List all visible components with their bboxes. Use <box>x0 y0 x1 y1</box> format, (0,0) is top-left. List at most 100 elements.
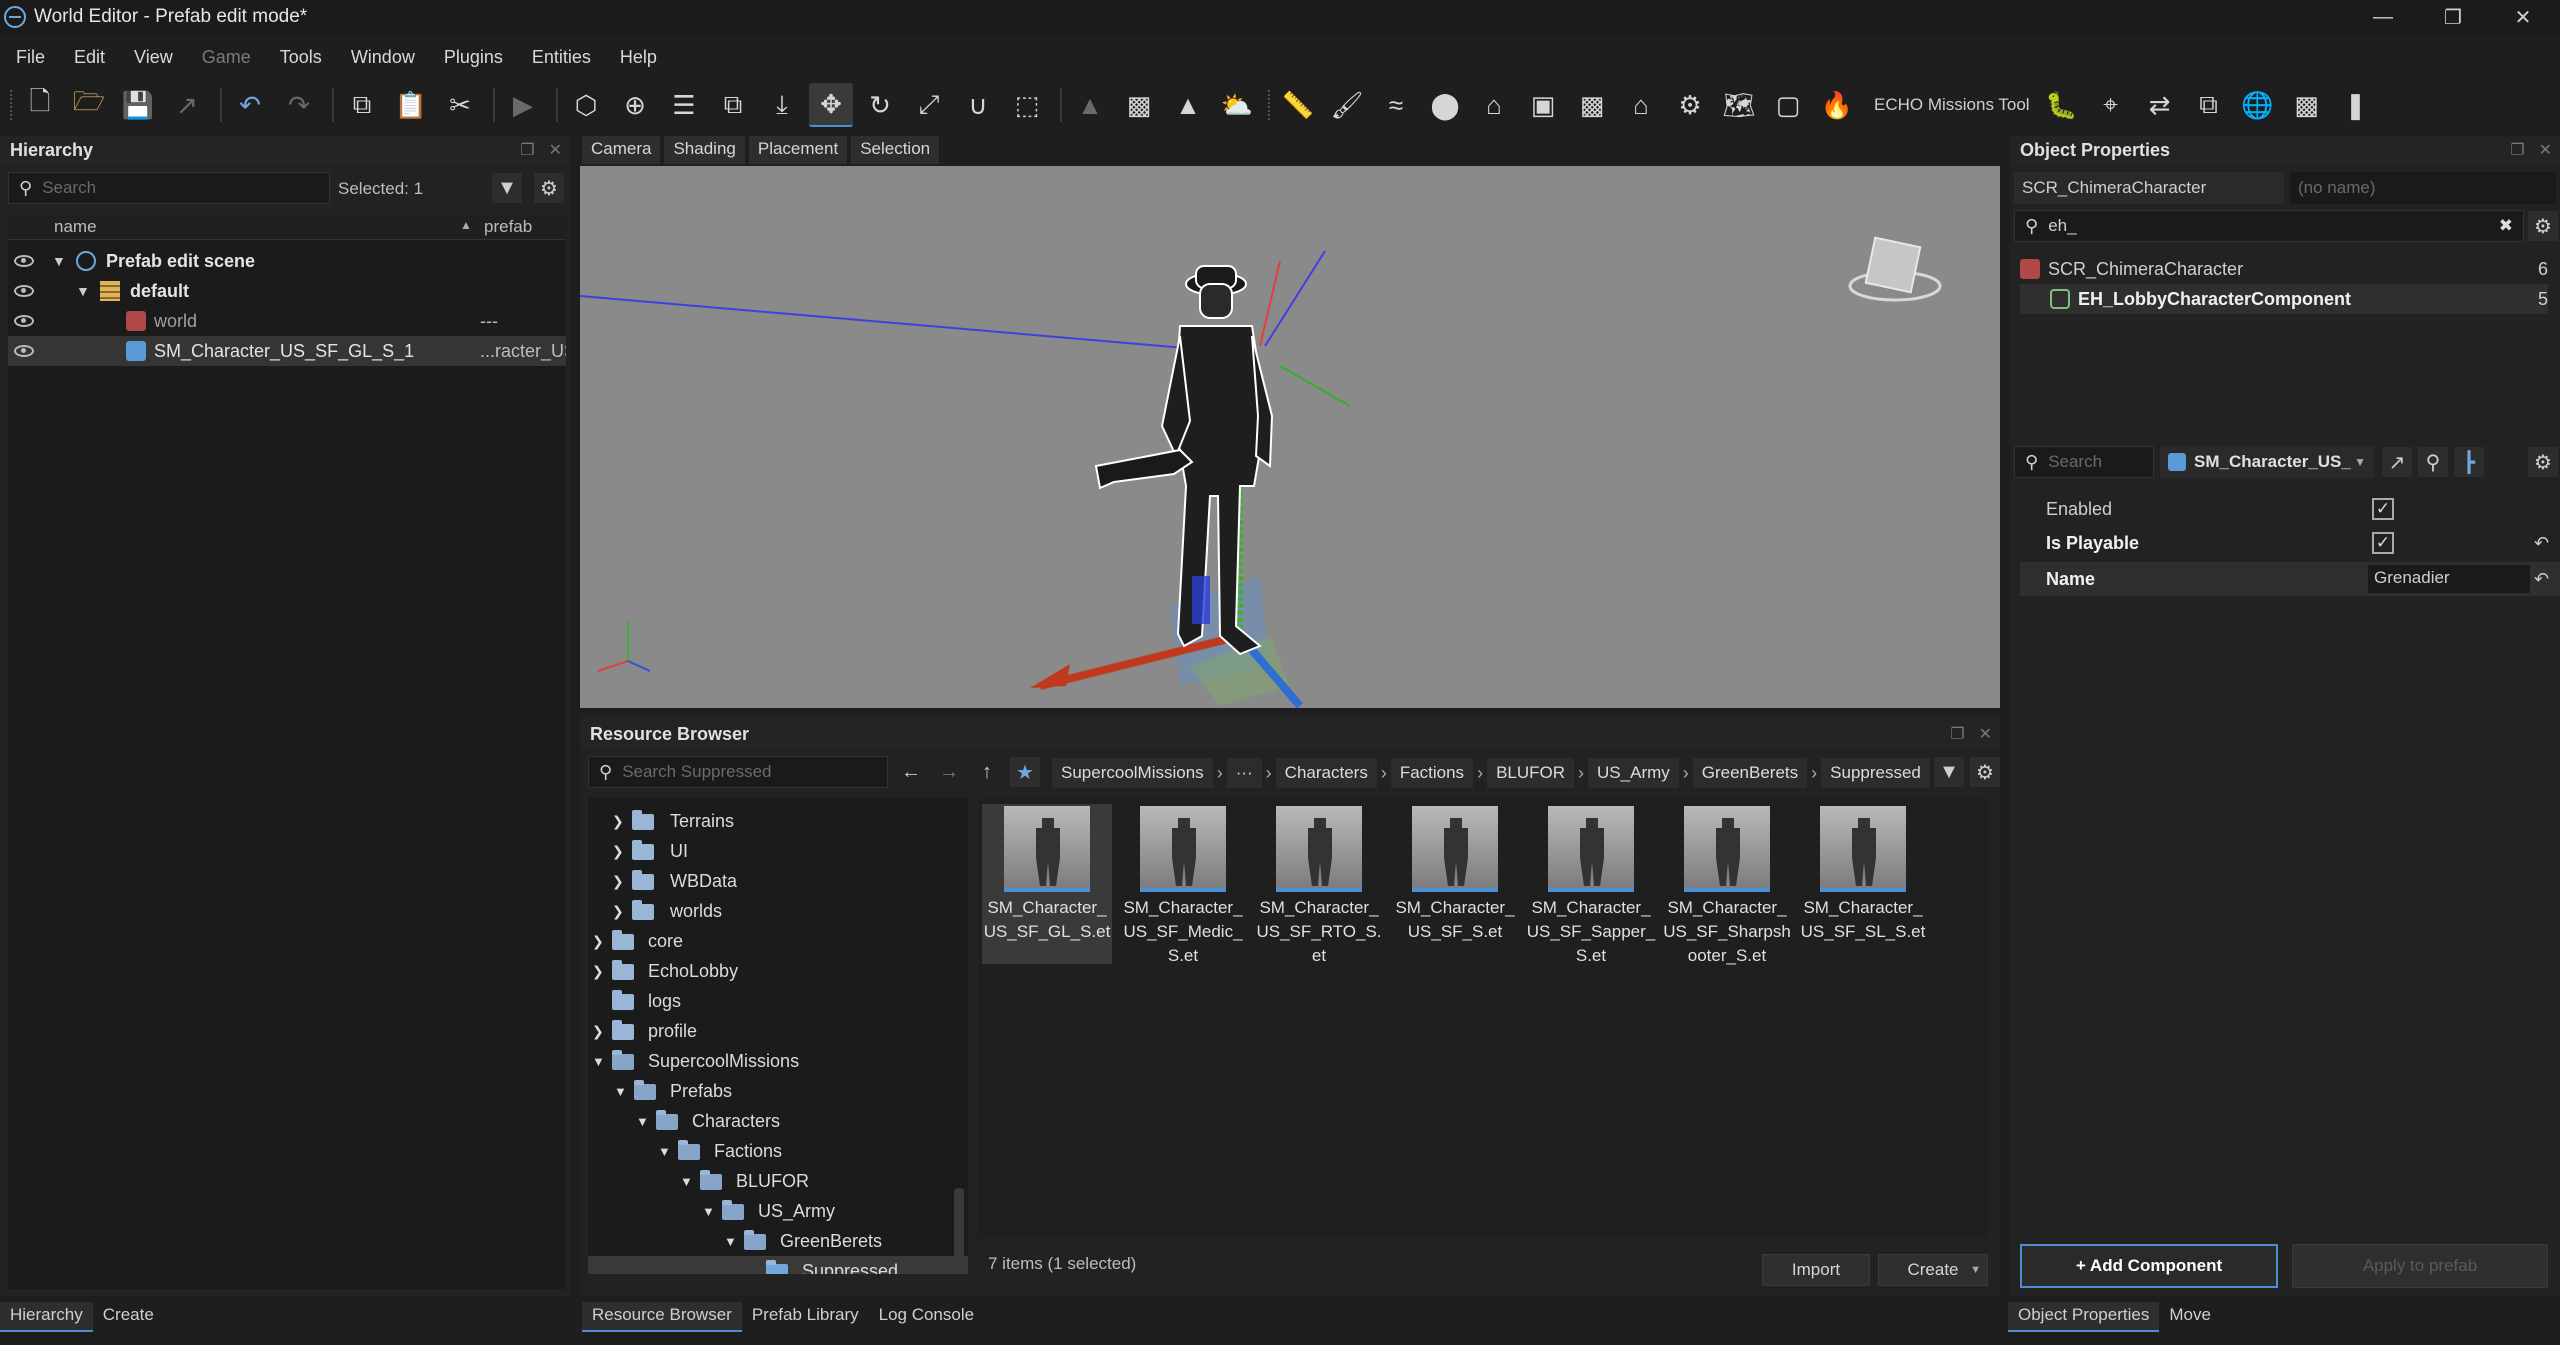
menu-edit[interactable]: Edit <box>58 47 118 68</box>
gear-icon[interactable]: ⚙ <box>534 173 564 203</box>
collapse-caret-icon[interactable]: ▼ <box>52 253 66 269</box>
asset-item[interactable]: SM_Character_US_SF_GL_S.et <box>982 804 1112 964</box>
rotate-icon[interactable]: ↻ <box>858 83 902 127</box>
forward-arrow-icon[interactable]: → <box>934 757 964 787</box>
open-folder-icon[interactable]: 🗁 <box>67 83 111 127</box>
filter-icon[interactable]: ▼ <box>1934 757 1964 787</box>
tab-log-console[interactable]: Log Console <box>869 1302 984 1332</box>
redo-icon[interactable]: ↷ <box>277 83 321 127</box>
tree-folder-core[interactable]: ❯ core <box>588 926 968 956</box>
tree-row-world[interactable]: world --- <box>8 306 566 336</box>
reset-icon[interactable]: ↶ <box>2534 533 2549 554</box>
close-window-button[interactable]: ✕ <box>2488 0 2558 34</box>
sort-asc-icon[interactable]: ▲ <box>460 218 472 232</box>
undock-icon[interactable]: ❐ <box>1950 724 1964 744</box>
chevron-down-icon[interactable]: ▼ <box>1970 1264 1981 1276</box>
tab-create[interactable]: Create <box>93 1302 164 1332</box>
minimize-button[interactable]: — <box>2348 0 2418 34</box>
scale-icon[interactable]: ⤢ <box>907 83 951 127</box>
filter-icon[interactable]: ▼ <box>492 173 522 203</box>
crumb-us-army[interactable]: US_Army <box>1588 758 1679 788</box>
tree-folder-wbdata[interactable]: ❯ WBData <box>588 866 968 896</box>
tab-prefab-library[interactable]: Prefab Library <box>742 1302 869 1332</box>
close-panel-icon[interactable]: ✕ <box>1979 724 1992 744</box>
river-icon[interactable]: ≈ <box>1374 83 1418 127</box>
tree-folder-worlds[interactable]: ❯ worlds <box>588 896 968 926</box>
tree-folder-suppressed[interactable]: Suppressed <box>588 1256 968 1274</box>
crumb-greenberets[interactable]: GreenBerets <box>1692 758 1808 788</box>
hierarchy-search-input[interactable]: ⚲ Search <box>8 172 330 204</box>
export-icon[interactable]: ↗ <box>165 83 209 127</box>
viewport-tab-selection[interactable]: Selection <box>851 136 940 164</box>
gear-icon[interactable]: ⚙ <box>1970 757 2000 787</box>
crumb-factions[interactable]: Factions <box>1390 758 1474 788</box>
component-row-scr-chimera[interactable]: SCR_ChimeraCharacter 6 <box>2020 254 2548 284</box>
play-icon[interactable]: ▶ <box>501 83 545 127</box>
fire-icon[interactable]: 🔥 <box>1815 83 1859 127</box>
frame-icon[interactable]: ▢ <box>1766 83 1810 127</box>
map-icon[interactable]: 🗺 <box>1717 83 1761 127</box>
property-search-input[interactable]: ⚲ Search <box>2014 446 2154 478</box>
house-icon[interactable]: ⌂ <box>1472 83 1516 127</box>
viewport-tab-shading[interactable]: Shading <box>664 136 745 164</box>
resource-search-input[interactable]: ⚲ Search Suppressed <box>588 756 888 788</box>
view-cube[interactable] <box>1848 236 1942 302</box>
cube-icon[interactable]: ⬡ <box>564 83 608 127</box>
menu-help[interactable]: Help <box>604 47 670 68</box>
vertical-scrollbar[interactable] <box>954 1188 964 1274</box>
asset-item[interactable]: SM_Character_US_SF_Sapper_S.et <box>1526 804 1656 965</box>
tab-resource-browser[interactable]: Resource Browser <box>582 1302 742 1332</box>
new-file-icon[interactable]: 🗋 <box>18 83 62 127</box>
asset-item[interactable]: SM_Character_US_SF_SL_S.et <box>1798 804 1928 964</box>
gear-icon[interactable]: ⚙ <box>2528 211 2558 241</box>
crumb-ellipsis[interactable]: ··· <box>1226 758 1262 788</box>
hierarchy-tree-icon[interactable]: ┣ <box>2454 447 2484 477</box>
weather-icon[interactable]: ⛅ <box>1215 83 1259 127</box>
up-arrow-icon[interactable]: ↑ <box>972 757 1002 787</box>
globe-icon[interactable]: 🌐 <box>2236 83 2280 127</box>
road-icon[interactable]: ▩ <box>1117 83 1161 127</box>
marquee-select-icon[interactable]: ⬚ <box>1005 83 1049 127</box>
structure-icon[interactable]: ▩ <box>2285 83 2329 127</box>
entity-name-input[interactable]: (no name) <box>2290 172 2556 204</box>
close-panel-icon[interactable]: ✕ <box>2539 140 2552 160</box>
apply-to-prefab-button[interactable]: Apply to prefab <box>2292 1244 2548 1288</box>
collapse-caret-icon[interactable]: ▼ <box>76 283 90 299</box>
box-icon[interactable]: ▣ <box>1521 83 1565 127</box>
tab-object-properties[interactable]: Object Properties <box>2008 1302 2160 1332</box>
crumb-suppressed[interactable]: Suppressed <box>1821 758 1930 788</box>
menu-window[interactable]: Window <box>335 47 428 68</box>
target-icon[interactable]: ⊕ <box>613 83 657 127</box>
clear-search-icon[interactable]: ✖ <box>2499 216 2513 236</box>
reset-icon[interactable]: ↶ <box>2534 569 2549 590</box>
component-row-eh-lobby[interactable]: EH_LobbyCharacterComponent 5 <box>2020 284 2548 314</box>
paste-icon[interactable]: 📋 <box>389 83 433 127</box>
crop-icon[interactable]: ⌖ <box>2089 83 2133 127</box>
tree-folder-characters[interactable]: ▼ Characters <box>588 1106 968 1136</box>
tree-folder-blufor[interactable]: ▼ BLUFOR <box>588 1166 968 1196</box>
brush-icon[interactable]: 🖌 <box>1325 83 1369 127</box>
bug-icon[interactable]: 🐛 <box>2040 83 2084 127</box>
tree-folder-prefabs[interactable]: ▼ Prefabs <box>588 1076 968 1106</box>
viewport-tab-placement[interactable]: Placement <box>748 136 848 164</box>
3d-viewport[interactable] <box>580 166 2000 708</box>
layers-icon[interactable]: ☰ <box>662 83 706 127</box>
gear-icon[interactable]: ⚙ <box>2528 447 2558 477</box>
column-prefab[interactable]: prefab <box>484 217 532 237</box>
crumb-supercoolmissions[interactable]: SupercoolMissions <box>1052 758 1213 788</box>
ruler-icon[interactable]: 📏 <box>1276 83 1320 127</box>
visibility-eye-icon[interactable] <box>14 315 34 327</box>
column-name[interactable]: name <box>54 217 97 237</box>
tree-folder-us-army[interactable]: ▼ US_Army <box>588 1196 968 1226</box>
pause-icon[interactable]: ❚ <box>2334 83 2378 127</box>
visibility-eye-icon[interactable] <box>14 345 34 357</box>
back-arrow-icon[interactable]: ← <box>896 757 926 787</box>
cut-icon[interactable]: ✂ <box>438 83 482 127</box>
tab-hierarchy[interactable]: Hierarchy <box>0 1302 93 1332</box>
prefab-selector-dropdown[interactable]: SM_Character_US_ ▼ <box>2160 446 2374 478</box>
restore-button[interactable]: ❐ <box>2418 0 2488 34</box>
tab-move[interactable]: Move <box>2159 1302 2221 1332</box>
asset-item[interactable]: SM_Character_US_SF_S.et <box>1390 804 1520 964</box>
locate-icon[interactable]: ⚲ <box>2418 447 2448 477</box>
menu-game[interactable]: Game <box>186 47 264 68</box>
